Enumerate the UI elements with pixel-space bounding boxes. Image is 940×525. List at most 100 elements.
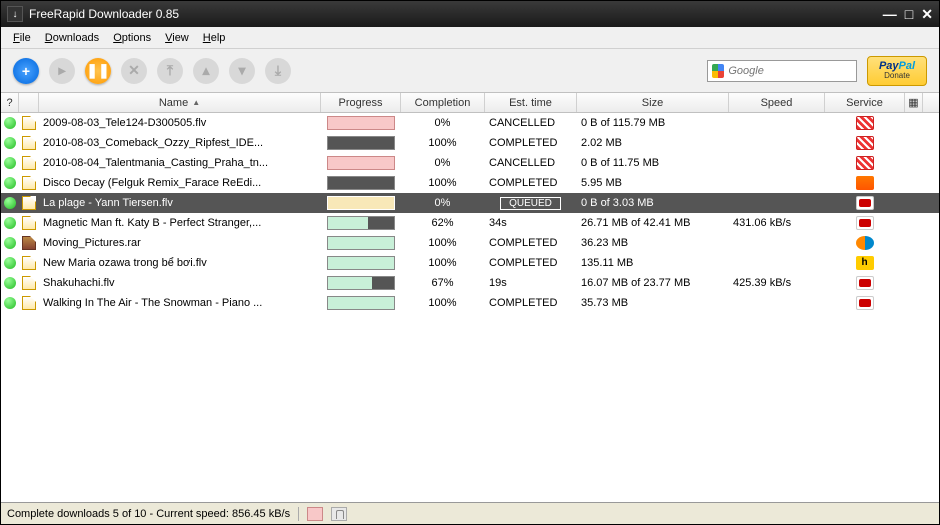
file-type-icon [22, 156, 36, 170]
completion: 67% [401, 277, 485, 289]
status-dot-icon [4, 297, 16, 309]
file-type-icon [22, 136, 36, 150]
completion: 100% [401, 257, 485, 269]
service-icon [856, 276, 874, 290]
window-title: FreeRapid Downloader 0.85 [29, 7, 883, 21]
service-icon [856, 236, 874, 250]
progress-bar [321, 176, 401, 190]
col-options[interactable]: ▦ [905, 93, 923, 112]
file-type-icon [22, 256, 36, 270]
menu-downloads[interactable]: Downloads [39, 30, 105, 46]
paypal-sub: Donate [884, 72, 910, 80]
table-row[interactable]: 2010-08-03_Comeback_Ozzy_Ripfest_IDE...1… [1, 133, 939, 153]
table-row[interactable]: Walking In The Air - The Snowman - Piano… [1, 293, 939, 313]
col-speed[interactable]: Speed [729, 93, 825, 112]
speed: 431.06 kB/s [729, 217, 825, 229]
col-progress[interactable]: Progress [321, 93, 401, 112]
progress-bar [321, 276, 401, 290]
col-status[interactable]: ? [1, 93, 19, 112]
clipboard-monitor-icon[interactable] [307, 507, 323, 521]
file-name: La plage - Yann Tiersen.flv [39, 197, 321, 209]
col-name[interactable]: Name▲ [39, 93, 321, 112]
file-name: 2010-08-04_Talentmania_Casting_Praha_tn.… [39, 157, 321, 169]
completion: 100% [401, 137, 485, 149]
table-row[interactable]: Moving_Pictures.rar100%COMPLETED36.23 MB [1, 233, 939, 253]
connection-icon[interactable] [331, 507, 347, 521]
progress-bar [321, 136, 401, 150]
status-dot-icon [4, 237, 16, 249]
completion: 0% [401, 157, 485, 169]
size: 35.73 MB [577, 297, 729, 309]
menu-help[interactable]: Help [197, 30, 232, 46]
file-type-icon [22, 296, 36, 310]
est-time: CANCELLED [489, 157, 555, 169]
progress-bar [321, 216, 401, 230]
file-type-icon [22, 196, 36, 210]
col-icon[interactable] [19, 93, 39, 112]
status-dot-icon [4, 277, 16, 289]
move-bottom-button: ⤓ [265, 58, 291, 84]
completion: 62% [401, 217, 485, 229]
download-list: 2009-08-03_Tele124-D300505.flv0%CANCELLE… [1, 113, 939, 313]
table-row[interactable]: Magnetic Man ft. Katy B - Perfect Strang… [1, 213, 939, 233]
size: 0 B of 11.75 MB [577, 157, 729, 169]
search-box[interactable] [707, 60, 857, 82]
table-row[interactable]: La plage - Yann Tiersen.flv0%QUEUED0 B o… [1, 193, 939, 213]
file-name: Shakuhachi.flv [39, 277, 321, 289]
est-time: 19s [489, 277, 507, 289]
file-type-icon [22, 116, 36, 130]
status-dot-icon [4, 157, 16, 169]
est-time: COMPLETED [489, 257, 557, 269]
minimize-button[interactable]: — [883, 6, 897, 23]
pause-button[interactable]: ❚❚ [85, 58, 111, 84]
est-time: COMPLETED [489, 177, 557, 189]
est-time: COMPLETED [489, 297, 557, 309]
menu-file[interactable]: File [7, 30, 37, 46]
search-input[interactable] [728, 65, 852, 77]
status-dot-icon [4, 137, 16, 149]
table-row[interactable]: 2009-08-03_Tele124-D300505.flv0%CANCELLE… [1, 113, 939, 133]
size: 0 B of 3.03 MB [577, 197, 729, 209]
toolbar: + ▸ ❚❚ ✕ ⤒ ▴ ▾ ⤓ PayPal Donate [1, 49, 939, 93]
close-button[interactable]: ✕ [921, 6, 933, 23]
file-type-icon [22, 276, 36, 290]
donate-button[interactable]: PayPal Donate [867, 56, 927, 86]
est-time: CANCELLED [489, 117, 555, 129]
file-name: Magnetic Man ft. Katy B - Perfect Strang… [39, 217, 321, 229]
col-completion[interactable]: Completion [401, 93, 485, 112]
file-name: Moving_Pictures.rar [39, 237, 321, 249]
progress-bar [321, 256, 401, 270]
menu-view[interactable]: View [159, 30, 195, 46]
service-icon [856, 296, 874, 310]
move-top-button: ⤒ [157, 58, 183, 84]
titlebar: ↓ FreeRapid Downloader 0.85 — □ ✕ [1, 1, 939, 27]
file-type-icon [22, 236, 36, 250]
table-row[interactable]: Disco Decay (Felguk Remix_Farace ReEdi..… [1, 173, 939, 193]
table-row[interactable]: Shakuhachi.flv67%19s16.07 MB of 23.77 MB… [1, 273, 939, 293]
service-icon [856, 176, 874, 190]
statusbar: Complete downloads 5 of 10 - Current spe… [1, 502, 939, 524]
progress-bar [321, 196, 401, 210]
status-dot-icon [4, 197, 16, 209]
menu-options[interactable]: Options [107, 30, 157, 46]
status-dot-icon [4, 117, 16, 129]
col-est-time[interactable]: Est. time [485, 93, 577, 112]
table-row[interactable]: New Maria ozawa trong bể bơi.flv 100% COMP… [1, 253, 939, 273]
maximize-button[interactable]: □ [905, 6, 913, 23]
move-down-button: ▾ [229, 58, 255, 84]
status-text: Complete downloads 5 of 10 - Current spe… [7, 508, 290, 520]
add-button[interactable]: + [13, 58, 39, 84]
service-icon [856, 216, 874, 230]
table-row[interactable]: 2010-08-04_Talentmania_Casting_Praha_tn.… [1, 153, 939, 173]
size: 135.11 MB [577, 257, 729, 269]
size: 5.95 MB [577, 177, 729, 189]
app-icon: ↓ [7, 6, 23, 22]
size: 36.23 MB [577, 237, 729, 249]
col-service[interactable]: Service [825, 93, 905, 112]
menubar: File Downloads Options View Help [1, 27, 939, 49]
file-name: Disco Decay (Felguk Remix_Farace ReEdi..… [39, 177, 321, 189]
table-header: ? Name▲ Progress Completion Est. time Si… [1, 93, 939, 113]
file-name: New Maria ozawa trong bể bơi.flv [39, 257, 321, 269]
col-size[interactable]: Size [577, 93, 729, 112]
progress-bar [321, 156, 401, 170]
